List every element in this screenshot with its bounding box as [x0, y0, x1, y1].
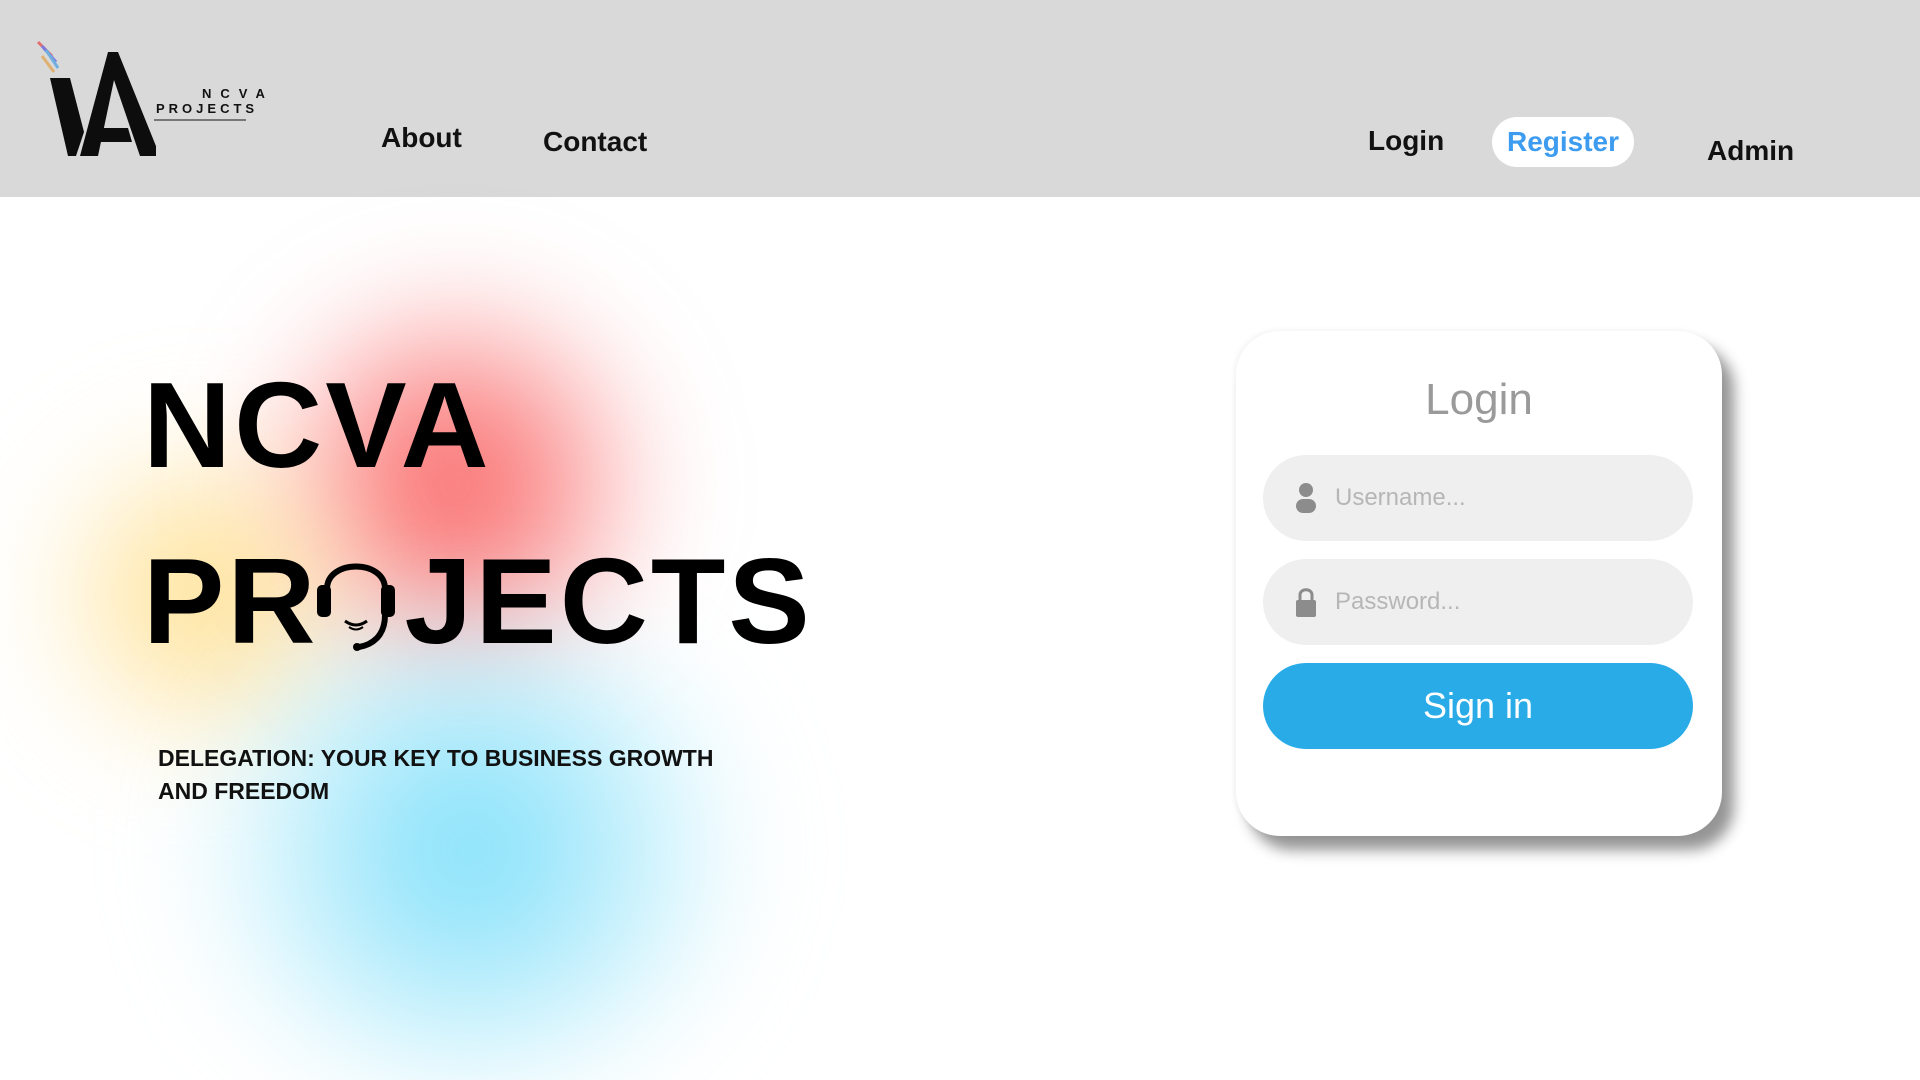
username-field[interactable]: [1263, 455, 1693, 541]
nav-admin-link[interactable]: Admin: [1707, 135, 1794, 167]
page: NCVA PROJECTS About Contact Login Regist…: [0, 0, 1920, 1080]
nav-login-link[interactable]: Login: [1368, 125, 1444, 157]
logo-underline: [154, 119, 246, 121]
sign-in-button[interactable]: Sign in: [1263, 663, 1693, 749]
person-icon: [1296, 483, 1316, 513]
top-navbar: NCVA PROJECTS About Contact Login Regist…: [0, 0, 1920, 197]
hero-title-part2: JECTS: [404, 533, 813, 669]
login-card: Login Sign in: [1236, 331, 1722, 836]
hero-tagline: DELEGATION: YOUR KEY TO BUSINESS GROWTH …: [158, 745, 714, 804]
hero-title-part1: PR: [143, 533, 319, 669]
decor-gradient-blue: [190, 620, 750, 1080]
logo-text-ncva: NCVA: [202, 86, 274, 101]
nav-about-link[interactable]: About: [381, 122, 462, 154]
hero-title-line1: NCVA: [143, 357, 492, 493]
nav-register-button[interactable]: Register: [1492, 117, 1634, 167]
logo-mark-icon: [36, 40, 156, 156]
login-heading: Login: [1425, 375, 1533, 424]
ncva-logo[interactable]: NCVA PROJECTS: [36, 38, 265, 160]
nav-contact-link[interactable]: Contact: [543, 126, 647, 158]
lock-icon: [1296, 588, 1316, 617]
logo-text-projects: PROJECTS: [156, 101, 259, 116]
password-field[interactable]: [1263, 559, 1693, 645]
feather-accent-icon: [36, 40, 60, 73]
password-input[interactable]: [1335, 572, 1675, 632]
headset-icon: [317, 563, 395, 651]
username-input[interactable]: [1335, 468, 1675, 528]
hero-title-line2: PR JECTS: [143, 540, 813, 662]
